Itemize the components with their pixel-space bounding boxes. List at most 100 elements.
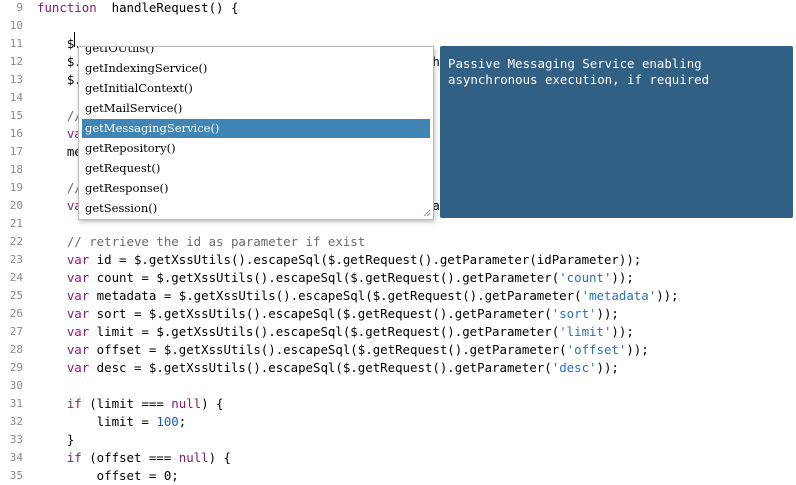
code-token: sort = $.getXssUtils().escapeSql($.getRe… — [89, 306, 552, 321]
code-token: (limit === — [81, 396, 172, 411]
code-line[interactable]: var metadata = $.getXssUtils().escapeSql… — [37, 287, 679, 305]
code-token: va — [37, 126, 82, 141]
code-token: 'metadata' — [581, 288, 657, 303]
code-token: 100 — [156, 414, 179, 429]
documentation-text: Passive Messaging Service enabling async… — [448, 56, 710, 87]
line-number: 20 — [9, 199, 23, 212]
code-token: 'desc' — [551, 360, 597, 375]
line-number: 26 — [9, 307, 23, 320]
code-token: offset = $.getXssUtils().escapeSql($.get… — [89, 342, 567, 357]
code-line[interactable]: if (offset === null) { — [37, 449, 231, 467]
code-line[interactable]: limit = 100; — [37, 413, 187, 431]
code-line[interactable]: offset = 0; — [37, 467, 179, 485]
line-number: 14 — [9, 91, 23, 104]
documentation-tooltip: Passive Messaging Service enabling async… — [440, 46, 793, 218]
line-number: 33 — [9, 433, 23, 446]
autocomplete-item[interactable]: getMessagingService() — [82, 119, 430, 138]
code-line[interactable]: var id = $.getXssUtils().escapeSql($.get… — [37, 251, 641, 269]
line-number: 25 — [9, 289, 23, 302]
code-line[interactable]: $. — [37, 35, 82, 53]
code-line[interactable]: // retrieve the id as parameter if exist — [37, 233, 365, 251]
autocomplete-item[interactable]: getMailService() — [82, 99, 430, 118]
code-token: limit = — [37, 414, 157, 429]
code-token: if — [37, 450, 82, 465]
code-line[interactable]: if (limit === null) { — [37, 395, 224, 413]
code-line[interactable]: function handleRequest() { — [37, 0, 238, 17]
line-number: 21 — [9, 217, 23, 230]
line-number: 11 — [9, 37, 23, 50]
line-number: 32 — [9, 415, 23, 428]
code-token: ; — [178, 414, 187, 429]
code-token: )); — [611, 270, 634, 285]
code-line[interactable]: var sort = $.getXssUtils().escapeSql($.g… — [37, 305, 619, 323]
code-token: ) { — [208, 450, 231, 465]
code-token: (offset === — [81, 450, 179, 465]
line-number: 9 — [16, 1, 23, 14]
code-line[interactable]: // — [37, 107, 82, 125]
code-token: // retrieve the id as parameter if exist — [37, 234, 366, 249]
code-token: )); — [596, 360, 619, 375]
code-token: limit = $.getXssUtils().escapeSql($.getR… — [89, 324, 560, 339]
line-number: 27 — [9, 325, 23, 338]
code-token: var — [37, 252, 90, 267]
code-token: )); — [656, 288, 679, 303]
code-token: function — [37, 0, 97, 15]
line-number: 15 — [9, 109, 23, 122]
autocomplete-item[interactable]: getResponse() — [82, 179, 430, 198]
line-number: 24 — [9, 271, 23, 284]
code-line[interactable]: var count = $.getXssUtils().escapeSql($.… — [37, 269, 634, 287]
line-number: 22 — [9, 235, 23, 248]
code-token: // — [37, 108, 82, 123]
code-line[interactable]: va — [37, 125, 82, 143]
autocomplete-item[interactable]: getRepository() — [82, 139, 430, 158]
code-token: $. — [37, 54, 82, 69]
code-line[interactable]: var limit = $.getXssUtils().escapeSql($.… — [37, 323, 634, 341]
autocomplete-item[interactable]: getIOUtils() — [82, 47, 430, 58]
line-number: 12 — [9, 55, 23, 68]
code-token: var — [37, 324, 90, 339]
code-token: offset = 0; — [37, 468, 179, 483]
code-token: var — [37, 270, 90, 285]
autocomplete-item[interactable]: getInitialContext() — [82, 79, 430, 98]
autocomplete-popup[interactable]: getIOUtils() getIndexingService() getIniti… — [78, 46, 434, 220]
autocomplete-item[interactable]: getIndexingService() — [82, 59, 430, 78]
code-line[interactable]: me — [37, 143, 82, 161]
line-number: 29 — [9, 361, 23, 374]
code-token: if — [37, 396, 82, 411]
code-line[interactable]: $. — [37, 71, 82, 89]
code-token: 'offset' — [566, 342, 627, 357]
line-number: 17 — [9, 145, 23, 158]
code-token: var — [37, 342, 90, 357]
code-token: va — [37, 198, 82, 213]
code-token: ) { — [201, 396, 224, 411]
code-token: 'limit' — [559, 324, 612, 339]
line-number: 13 — [9, 73, 23, 86]
code-token: 'count' — [559, 270, 612, 285]
line-number: 30 — [9, 379, 23, 392]
code-token: )); — [626, 342, 649, 357]
code-token: null — [171, 396, 202, 411]
line-number: 18 — [9, 163, 23, 176]
resize-grip-icon[interactable] — [423, 209, 431, 217]
code-token: )); — [596, 306, 619, 321]
autocomplete-item[interactable]: getRequest() — [82, 159, 430, 178]
code-token: handleRequest() { — [96, 0, 239, 15]
code-line[interactable]: var offset = $.getXssUtils().escapeSql($… — [37, 341, 649, 359]
line-number: 23 — [9, 253, 23, 266]
code-line[interactable]: } — [37, 431, 74, 449]
code-token: 'sort' — [551, 306, 597, 321]
line-number: 34 — [9, 451, 23, 464]
code-token: desc = $.getXssUtils().escapeSql($.getRe… — [89, 360, 552, 375]
code-token: count = $.getXssUtils().escapeSql($.getR… — [89, 270, 560, 285]
code-token: var — [37, 306, 90, 321]
line-number: 10 — [9, 19, 23, 32]
code-line[interactable]: var desc = $.getXssUtils().escapeSql($.g… — [37, 359, 619, 377]
line-number: 16 — [9, 127, 23, 140]
code-token: metadata = $.getXssUtils().escapeSql($.g… — [89, 288, 582, 303]
code-token: // — [37, 180, 82, 195]
code-token: var — [37, 288, 90, 303]
code-line[interactable]: // — [37, 179, 82, 197]
line-number-gutter: 9 10 11 12 13 14 15 16 17 18 19 20 21 22 23 24 25 26 27 28 2… — [0, 0, 30, 482]
line-number: 31 — [9, 397, 23, 410]
autocomplete-item[interactable]: getSession() — [82, 199, 430, 218]
